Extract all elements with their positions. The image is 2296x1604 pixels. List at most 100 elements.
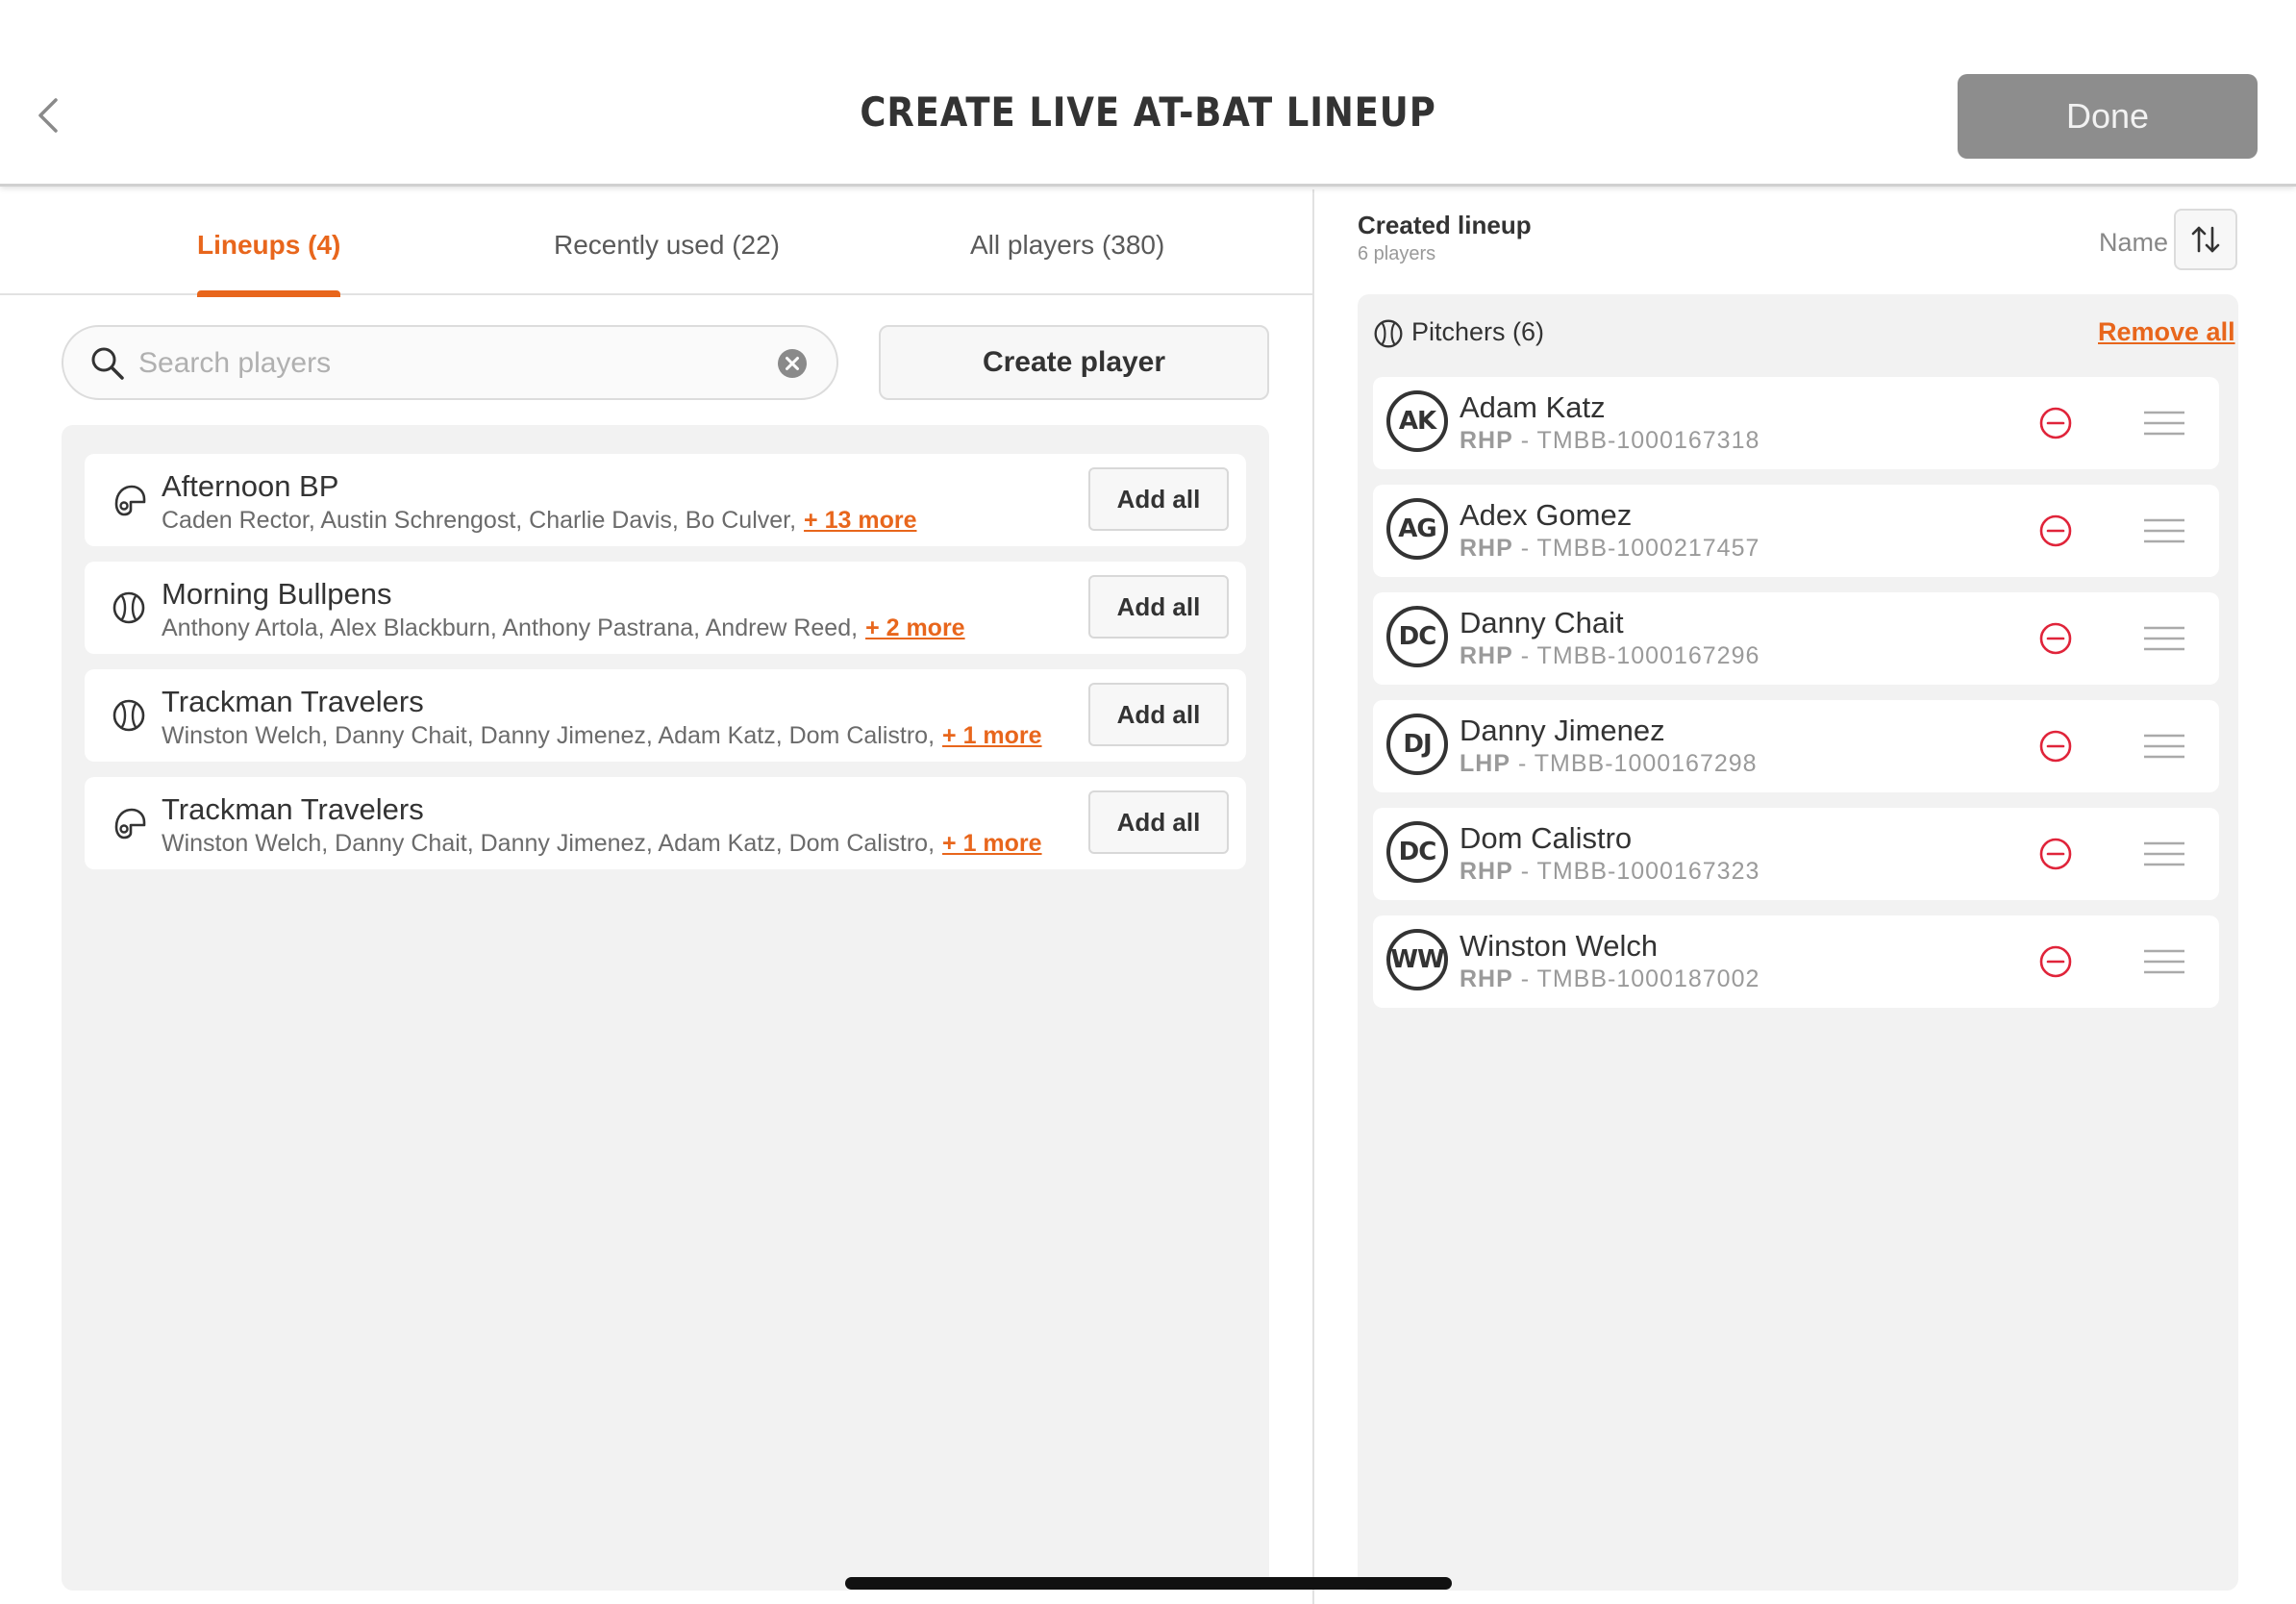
lineup-players: Winston Welch, Danny Chait, Danny Jimene… xyxy=(162,722,1042,750)
remove-circle-icon[interactable] xyxy=(2038,837,2073,871)
tab-recently-used[interactable]: Recently used (22) xyxy=(554,230,780,295)
baseball-icon xyxy=(1374,319,1403,348)
player-meta: LHP - TMBB-1000167298 xyxy=(1460,750,1758,778)
player-row: DJ Danny Jimenez LHP - TMBB-1000167298 xyxy=(1373,700,2219,792)
pitchers-group: Pitchers (6) Remove all AK Adam Katz RHP… xyxy=(1358,294,2238,1591)
created-lineup-panel: Created lineup 6 players Name Pitchers (… xyxy=(1314,189,2296,1604)
lineup-players: Winston Welch, Danny Chait, Danny Jimene… xyxy=(162,830,1042,858)
player-hand: RHP xyxy=(1460,427,1513,454)
lineup-card-afternoon-bp[interactable]: Afternoon BP Caden Rector, Austin Schren… xyxy=(85,454,1246,546)
lineup-card-morning-bullpens[interactable]: Morning Bullpens Anthony Artola, Alex Bl… xyxy=(85,562,1246,654)
player-id: - TMBB-1000187002 xyxy=(1512,965,1760,992)
avatar: WW xyxy=(1386,929,1448,990)
drag-handle-icon[interactable] xyxy=(2142,947,2186,976)
tab-recently-used-label: Recently used (22) xyxy=(554,230,781,260)
remove-circle-icon[interactable] xyxy=(2038,406,2073,440)
tab-all-players-label: All players (380) xyxy=(970,230,1165,260)
player-id: - TMBB-1000167318 xyxy=(1512,427,1760,454)
page-title: CREATE LIVE AT-BAT LINEUP xyxy=(860,88,1436,136)
player-meta: RHP - TMBB-1000217457 xyxy=(1460,535,1759,563)
tab-lineups[interactable]: Lineups (4) xyxy=(197,230,341,297)
remove-circle-icon[interactable] xyxy=(2038,944,2073,979)
lineup-players-text: Anthony Artola, Alex Blackburn, Anthony … xyxy=(162,614,859,641)
lineup-name: Trackman Travelers xyxy=(162,685,424,718)
done-button[interactable]: Done xyxy=(1958,74,2258,159)
sort-button[interactable] xyxy=(2174,209,2237,270)
remove-circle-icon[interactable] xyxy=(2038,729,2073,764)
player-hand: RHP xyxy=(1460,965,1513,992)
more-players-link[interactable]: + 13 more xyxy=(804,507,916,534)
create-player-button[interactable]: Create player xyxy=(879,325,1269,400)
drag-handle-icon[interactable] xyxy=(2142,409,2186,438)
created-lineup-title: Created lineup xyxy=(1358,211,1532,239)
drag-handle-icon[interactable] xyxy=(2142,840,2186,868)
player-hand: RHP xyxy=(1460,642,1513,669)
player-row: DC Dom Calistro RHP - TMBB-1000167323 xyxy=(1373,808,2219,900)
avatar: DC xyxy=(1386,606,1448,667)
player-row: DC Danny Chait RHP - TMBB-1000167296 xyxy=(1373,592,2219,685)
search-box[interactable] xyxy=(62,325,838,400)
player-meta: RHP - TMBB-1000187002 xyxy=(1460,965,1759,993)
chevron-left-icon xyxy=(38,98,58,133)
batting-helmet-icon xyxy=(114,808,146,840)
player-id: - TMBB-1000217457 xyxy=(1512,535,1760,562)
player-row: AK Adam Katz RHP - TMBB-1000167318 xyxy=(1373,377,2219,469)
lineup-players-text: Caden Rector, Austin Schrengost, Charlie… xyxy=(162,507,797,534)
lineup-players-text: Winston Welch, Danny Chait, Danny Jimene… xyxy=(162,722,936,749)
player-name: Adam Katz xyxy=(1460,390,1606,424)
sort-label[interactable]: Name xyxy=(2099,228,2168,258)
pitchers-group-label: Pitchers (6) xyxy=(1411,317,1545,346)
clear-search-icon[interactable] xyxy=(777,348,808,379)
tab-lineups-label: Lineups (4) xyxy=(197,230,341,260)
drag-handle-icon[interactable] xyxy=(2142,624,2186,653)
add-all-button[interactable]: Add all xyxy=(1088,683,1229,746)
drag-handle-icon[interactable] xyxy=(2142,732,2186,761)
player-name: Dom Calistro xyxy=(1460,821,1633,855)
sort-arrows-icon xyxy=(2191,226,2220,253)
drag-handle-icon[interactable] xyxy=(2142,516,2186,545)
search-icon xyxy=(91,347,124,380)
avatar: AK xyxy=(1386,390,1448,452)
player-name: Winston Welch xyxy=(1460,929,1659,963)
avatar: DJ xyxy=(1386,714,1448,775)
remove-circle-icon[interactable] xyxy=(2038,621,2073,656)
baseball-icon xyxy=(112,699,145,732)
player-meta: RHP - TMBB-1000167296 xyxy=(1460,642,1759,670)
lineup-card-trackman-travelers[interactable]: Trackman Travelers Winston Welch, Danny … xyxy=(85,669,1246,762)
lineup-card-trackman-travelers-hitters[interactable]: Trackman Travelers Winston Welch, Danny … xyxy=(85,777,1246,869)
lineup-name: Trackman Travelers xyxy=(162,792,424,826)
player-name: Danny Jimenez xyxy=(1460,714,1665,747)
player-id: - TMBB-1000167296 xyxy=(1512,642,1760,669)
remove-circle-icon[interactable] xyxy=(2038,514,2073,548)
more-players-link[interactable]: + 1 more xyxy=(942,722,1042,749)
header-bar: CREATE LIVE AT-BAT LINEUP Done xyxy=(0,0,2296,187)
tab-all-players[interactable]: All players (380) xyxy=(970,230,1164,295)
lineup-name: Morning Bullpens xyxy=(162,577,392,611)
home-indicator[interactable] xyxy=(845,1577,1452,1590)
lineup-players: Caden Rector, Austin Schrengost, Charlie… xyxy=(162,507,916,535)
player-id: - TMBB-1000167298 xyxy=(1510,750,1758,777)
lineup-name: Afternoon BP xyxy=(162,469,339,503)
remove-all-link[interactable]: Remove all xyxy=(2098,317,2235,347)
player-hand: RHP xyxy=(1460,858,1513,885)
tab-bar: Lineups (4) Recently used (22) All playe… xyxy=(0,189,1312,297)
more-players-link[interactable]: + 1 more xyxy=(942,830,1042,857)
back-button[interactable] xyxy=(29,91,67,139)
player-meta: RHP - TMBB-1000167318 xyxy=(1460,427,1759,455)
baseball-icon xyxy=(112,591,145,624)
player-id: - TMBB-1000167323 xyxy=(1512,858,1760,885)
lineup-players: Anthony Artola, Alex Blackburn, Anthony … xyxy=(162,614,965,642)
player-row: WW Winston Welch RHP - TMBB-1000187002 xyxy=(1373,915,2219,1008)
player-name: Danny Chait xyxy=(1460,606,1624,639)
more-players-link[interactable]: + 2 more xyxy=(865,614,965,641)
lineup-source-panel: Lineups (4) Recently used (22) All playe… xyxy=(0,189,1312,1604)
created-lineup-count: 6 players xyxy=(1358,243,1436,264)
search-input[interactable] xyxy=(138,340,735,387)
player-row: AG Adex Gomez RHP - TMBB-1000217457 xyxy=(1373,485,2219,577)
add-all-button[interactable]: Add all xyxy=(1088,575,1229,639)
player-name: Adex Gomez xyxy=(1460,498,1633,532)
add-all-button[interactable]: Add all xyxy=(1088,790,1229,854)
avatar: DC xyxy=(1386,821,1448,883)
add-all-button[interactable]: Add all xyxy=(1088,467,1229,531)
active-tab-indicator xyxy=(197,290,341,297)
